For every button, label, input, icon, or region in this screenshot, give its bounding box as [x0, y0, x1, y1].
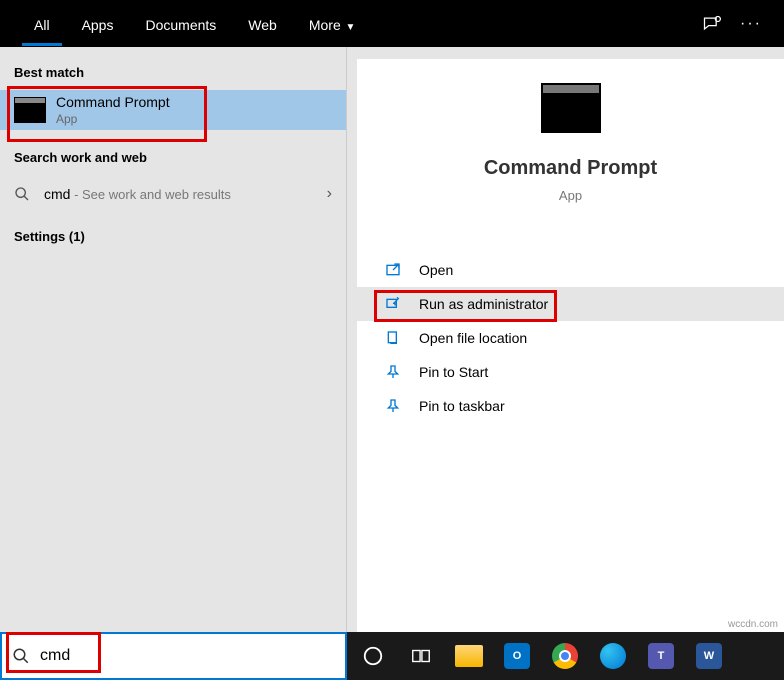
cortana-icon[interactable]	[353, 636, 393, 676]
action-label: Open file location	[419, 330, 527, 346]
more-icon[interactable]: ···	[740, 15, 762, 33]
search-icon	[14, 186, 34, 202]
outlook-icon[interactable]: O	[497, 636, 537, 676]
right-pane: Command Prompt App Open Run as administr…	[357, 59, 784, 632]
header-bar: All Apps Documents Web More ▼ ···	[0, 0, 784, 47]
edge-icon[interactable]	[593, 636, 633, 676]
tab-apps[interactable]: Apps	[66, 5, 130, 43]
chevron-down-icon: ▼	[343, 22, 356, 33]
best-match-label: Best match	[0, 59, 346, 90]
actions-list: Open Run as administrator Open file loca…	[357, 253, 784, 423]
word-icon[interactable]: W	[689, 636, 729, 676]
tab-all[interactable]: All	[18, 5, 66, 43]
pin-start-icon	[385, 364, 405, 380]
task-view-icon[interactable]	[401, 636, 441, 676]
search-term: cmd	[44, 186, 70, 202]
pin-taskbar-icon	[385, 398, 405, 414]
action-label: Pin to Start	[419, 364, 488, 380]
action-label: Run as administrator	[419, 296, 548, 312]
admin-icon	[385, 296, 405, 312]
main-area: Best match Command Prompt App Search wor…	[0, 47, 784, 632]
search-tabs: All Apps Documents Web More ▼	[18, 5, 371, 43]
chevron-right-icon: ›	[327, 185, 332, 203]
result-sub: App	[56, 112, 332, 126]
result-title: Command Prompt	[56, 94, 332, 110]
action-run-admin[interactable]: Run as administrator	[357, 287, 784, 321]
taskbar-apps: O T W	[347, 632, 784, 680]
settings-label[interactable]: Settings (1)	[0, 223, 346, 254]
cmd-icon	[14, 97, 46, 123]
explorer-icon[interactable]	[449, 636, 489, 676]
feedback-icon[interactable]	[702, 14, 722, 34]
search-input[interactable]	[40, 647, 335, 665]
search-web-label: Search work and web	[0, 144, 346, 175]
action-label: Open	[419, 262, 453, 278]
teams-icon[interactable]: T	[641, 636, 681, 676]
tab-documents[interactable]: Documents	[129, 5, 232, 43]
detail-sub: App	[559, 188, 582, 203]
result-command-prompt[interactable]: Command Prompt App	[0, 90, 346, 130]
action-open[interactable]: Open	[357, 253, 784, 287]
cmd-large-icon	[541, 83, 601, 133]
watermark: wccdn.com	[728, 619, 778, 630]
search-box[interactable]	[0, 632, 347, 680]
folder-icon	[385, 330, 405, 346]
action-open-location[interactable]: Open file location	[357, 321, 784, 355]
detail-title: Command Prompt	[484, 157, 657, 180]
search-suffix: - See work and web results	[70, 187, 230, 202]
action-pin-taskbar[interactable]: Pin to taskbar	[357, 389, 784, 423]
tab-more[interactable]: More ▼	[293, 5, 372, 43]
left-pane: Best match Command Prompt App Search wor…	[0, 47, 347, 632]
search-web-row[interactable]: cmd - See work and web results ›	[0, 175, 346, 213]
search-icon	[12, 647, 30, 665]
action-label: Pin to taskbar	[419, 398, 505, 414]
action-pin-start[interactable]: Pin to Start	[357, 355, 784, 389]
chrome-icon[interactable]	[545, 636, 585, 676]
tab-web[interactable]: Web	[232, 5, 293, 43]
taskbar: O T W	[0, 632, 784, 680]
open-icon	[385, 262, 405, 278]
